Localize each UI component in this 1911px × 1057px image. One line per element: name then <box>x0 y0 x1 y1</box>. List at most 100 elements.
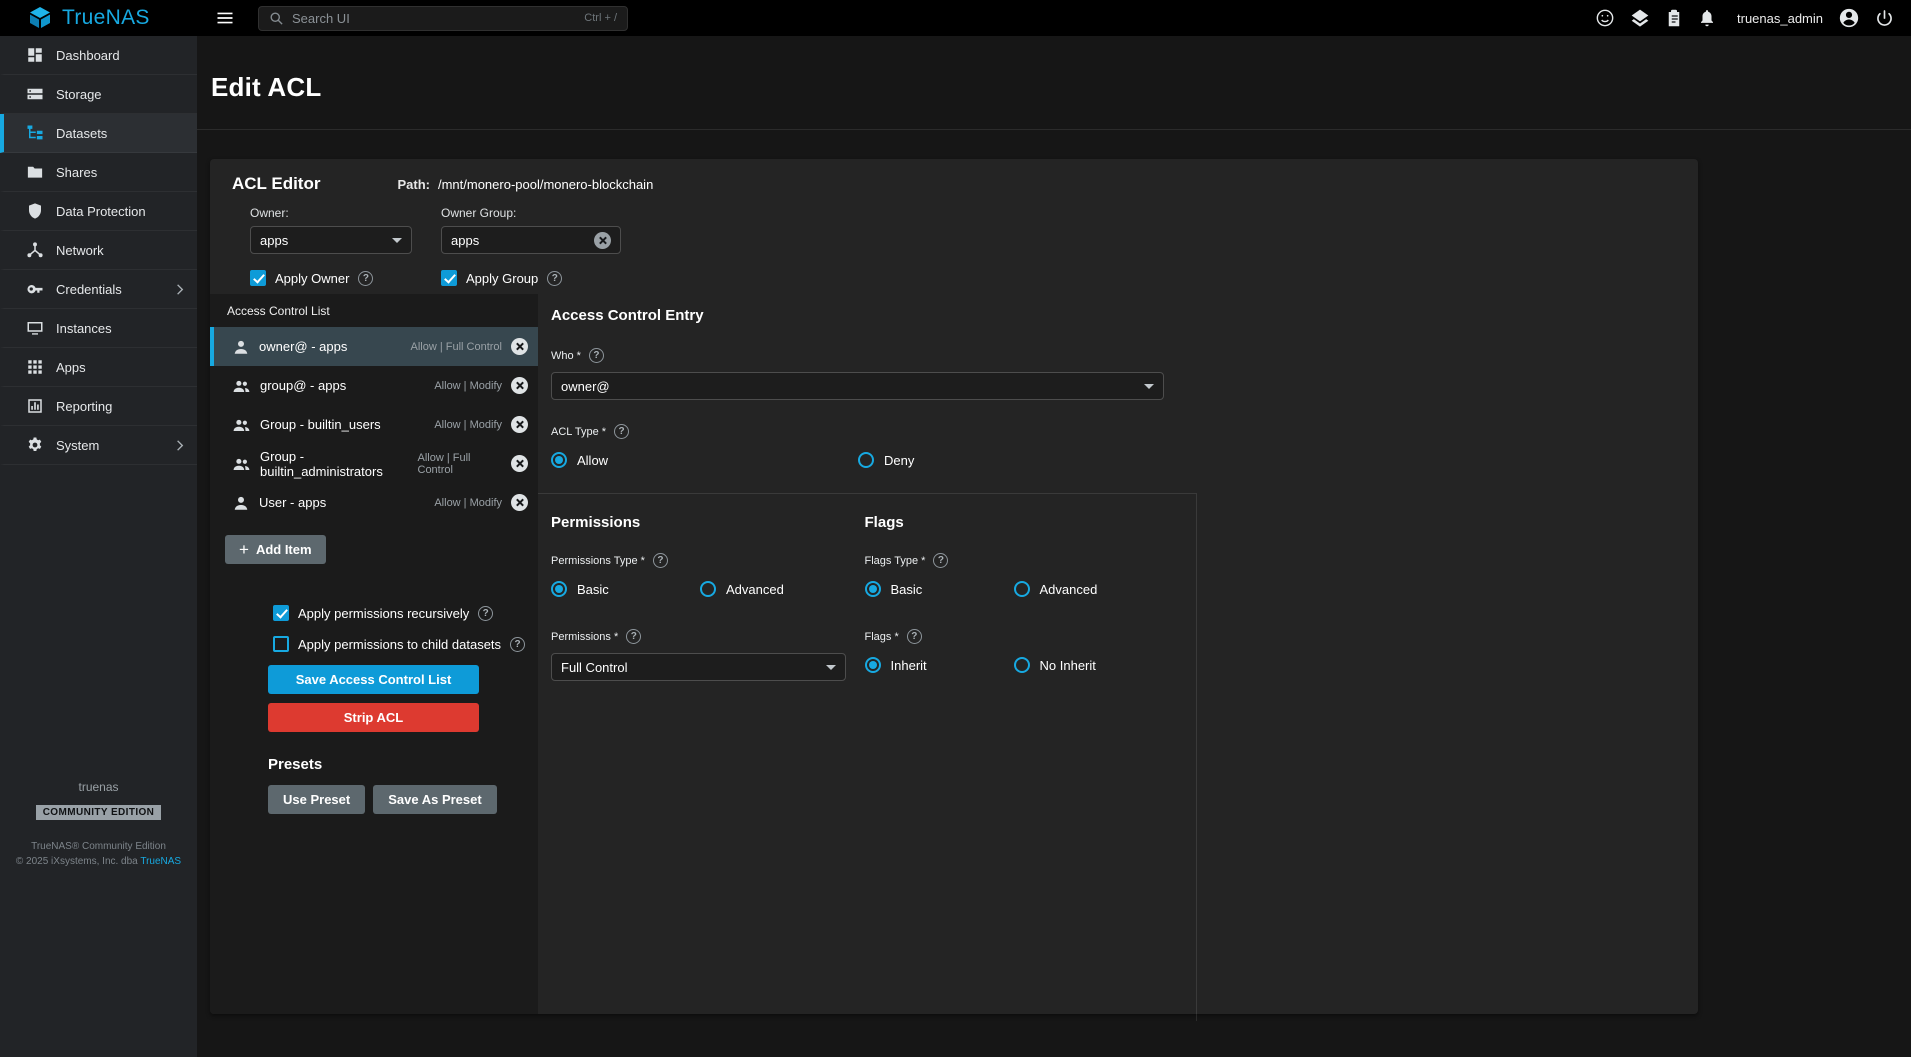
who-select-value: owner@ <box>561 379 610 394</box>
permissions-value-field: Permissions * Full Control <box>551 629 865 681</box>
remove-entry-icon[interactable] <box>511 494 528 511</box>
sidebar-item-datasets[interactable]: Datasets <box>0 114 197 153</box>
copyright-text: © 2025 iXsystems, Inc. dba <box>16 856 140 867</box>
help-icon[interactable] <box>626 629 641 644</box>
apply-owner-label: Apply Owner <box>275 271 349 286</box>
hostname-label: truenas <box>0 780 197 794</box>
power-button[interactable] <box>1875 9 1894 28</box>
path-label: Path: <box>397 177 430 192</box>
owner-group-input-wrap <box>441 226 621 254</box>
child-datasets-checkbox[interactable] <box>273 636 289 652</box>
clear-icon[interactable] <box>594 232 611 249</box>
flags-radio-group: Inherit No Inherit <box>865 657 1196 673</box>
radio-option-deny[interactable]: Deny <box>858 452 914 468</box>
help-icon[interactable] <box>614 424 629 439</box>
sidebar-item-shares[interactable]: Shares <box>0 153 197 192</box>
sidebar-item-label: Network <box>56 243 104 258</box>
sidebar: Dashboard Storage Datasets Shares Data P… <box>0 36 197 1057</box>
sidenav-toggle-button[interactable] <box>213 6 237 30</box>
acl-list-panel: Access Control List owner@ - apps Allow … <box>210 294 538 1014</box>
help-icon[interactable] <box>907 629 922 644</box>
remove-entry-icon[interactable] <box>511 455 528 472</box>
sidebar-item-system[interactable]: System <box>0 426 197 465</box>
acl-entry-row[interactable]: Group - builtin_users Allow | Modify <box>210 405 538 444</box>
remove-entry-icon[interactable] <box>511 338 528 355</box>
radio-label: Allow <box>577 453 608 468</box>
radio-option-advanced[interactable]: Advanced <box>1014 581 1098 597</box>
apply-owner-checkbox[interactable] <box>250 270 266 286</box>
notifications-button[interactable] <box>1698 8 1716 28</box>
permissions-label-row: Permissions * <box>551 629 865 644</box>
apply-group-checkbox[interactable] <box>441 270 457 286</box>
add-item-button[interactable]: Add Item <box>225 535 326 564</box>
search-input[interactable] <box>292 11 576 26</box>
radio-option-inherit[interactable]: Inherit <box>865 657 1014 673</box>
acl-entry-row[interactable]: owner@ - apps Allow | Full Control <box>210 327 538 366</box>
save-as-preset-button[interactable]: Save As Preset <box>373 785 496 814</box>
acl-panels: Access Control List owner@ - apps Allow … <box>210 294 1698 1014</box>
sidebar-item-label: Reporting <box>56 399 112 414</box>
help-icon[interactable] <box>933 553 948 568</box>
radio-icon <box>551 581 567 597</box>
acl-entry-summary: Allow | Full Control <box>411 341 503 353</box>
people-icon <box>232 416 251 434</box>
radio-label: Deny <box>884 453 914 468</box>
permissions-select[interactable]: Full Control <box>551 653 846 681</box>
help-icon[interactable] <box>478 606 493 621</box>
sidebar-item-apps[interactable]: Apps <box>0 348 197 387</box>
help-icon[interactable] <box>510 637 525 652</box>
acl-entry-row[interactable]: User - apps Allow | Modify <box>210 483 538 522</box>
sidebar-item-storage[interactable]: Storage <box>0 75 197 114</box>
help-icon[interactable] <box>653 553 668 568</box>
radio-option-allow[interactable]: Allow <box>551 452 858 468</box>
jobs-button[interactable] <box>1630 8 1650 28</box>
feedback-button[interactable] <box>1595 8 1615 28</box>
brand[interactable]: TrueNAS <box>0 6 197 30</box>
radio-option-no-inherit[interactable]: No Inherit <box>1014 657 1096 673</box>
chevron-right-icon <box>172 282 187 297</box>
help-icon[interactable] <box>547 271 562 286</box>
flags-label: Flags * <box>865 631 899 643</box>
radio-option-basic[interactable]: Basic <box>551 581 700 597</box>
who-select[interactable]: owner@ <box>551 372 1164 400</box>
radio-option-basic[interactable]: Basic <box>865 581 1014 597</box>
sidebar-item-credentials[interactable]: Credentials <box>0 270 197 309</box>
owner-select[interactable]: apps <box>250 226 412 254</box>
radio-icon <box>865 581 881 597</box>
storage-icon <box>25 85 44 104</box>
sidebar-item-label: Dashboard <box>56 48 120 63</box>
radio-label: Advanced <box>1040 582 1098 597</box>
strip-acl-button[interactable]: Strip ACL <box>268 703 479 732</box>
ace-title: Access Control Entry <box>551 307 1698 324</box>
acl-type-label-row: ACL Type * <box>551 424 1698 439</box>
sidebar-item-data-protection[interactable]: Data Protection <box>0 192 197 231</box>
save-acl-button[interactable]: Save Access Control List <box>268 665 479 694</box>
truenas-link[interactable]: TrueNAS <box>140 856 181 867</box>
acl-entry-row[interactable]: Group - builtin_administrators Allow | F… <box>210 444 538 483</box>
who-label: Who * <box>551 350 581 362</box>
radio-icon <box>551 452 567 468</box>
bar-chart-icon <box>25 397 44 416</box>
sidebar-item-instances[interactable]: Instances <box>0 309 197 348</box>
help-icon[interactable] <box>358 271 373 286</box>
remove-entry-icon[interactable] <box>511 416 528 433</box>
use-preset-button[interactable]: Use Preset <box>268 785 365 814</box>
permissions-column: Permissions Permissions Type * Basic <box>551 494 865 1021</box>
sidebar-item-dashboard[interactable]: Dashboard <box>0 36 197 75</box>
account-circle-icon <box>1838 7 1860 29</box>
radio-option-advanced[interactable]: Advanced <box>700 581 784 597</box>
account-button[interactable] <box>1838 7 1860 29</box>
help-icon[interactable] <box>589 348 604 363</box>
sidebar-item-label: Data Protection <box>56 204 146 219</box>
chevron-down-icon <box>1144 384 1154 389</box>
recursive-label: Apply permissions recursively <box>298 606 469 621</box>
sidebar-item-reporting[interactable]: Reporting <box>0 387 197 426</box>
owner-group-input[interactable] <box>451 233 594 248</box>
remove-entry-icon[interactable] <box>511 377 528 394</box>
checklist-button[interactable] <box>1665 8 1683 28</box>
acl-entry-summary: Allow | Modify <box>434 419 502 431</box>
acl-entry-row[interactable]: group@ - apps Allow | Modify <box>210 366 538 405</box>
recursive-checkbox[interactable] <box>273 605 289 621</box>
power-icon <box>1875 9 1894 28</box>
sidebar-item-network[interactable]: Network <box>0 231 197 270</box>
